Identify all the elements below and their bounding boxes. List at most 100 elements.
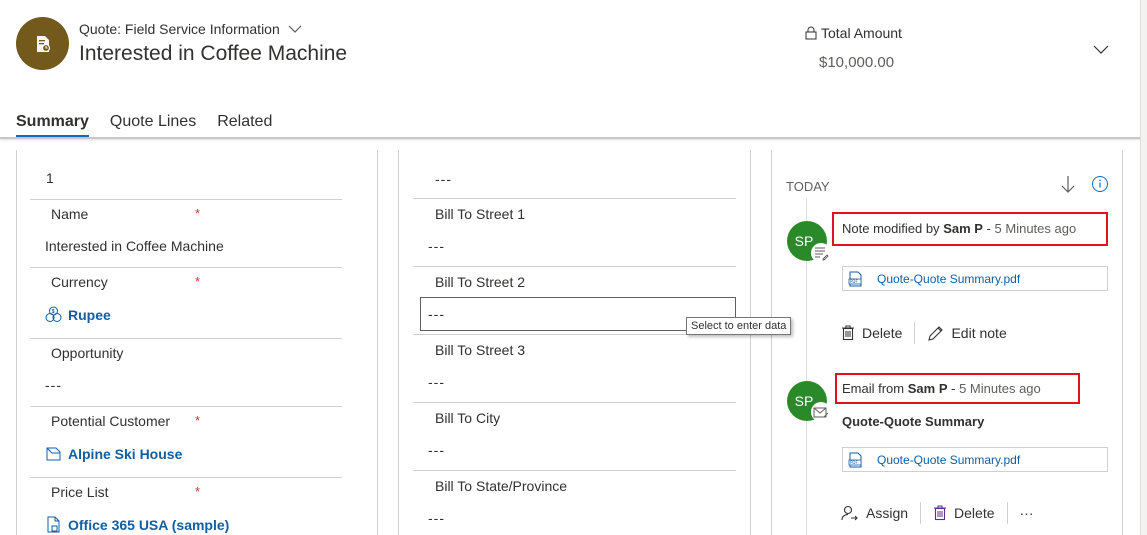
field-divider — [30, 477, 342, 478]
separator: - — [951, 381, 956, 396]
record-title: Interested in Coffee Machine — [79, 42, 348, 65]
total-amount-text: Total Amount — [821, 25, 902, 41]
attachment-name[interactable]: Quote-Quote Summary.pdf — [877, 453, 1020, 467]
timeline-actions: Delete Edit note — [841, 322, 1007, 344]
record-header: Quote: Field Service Information Interes… — [0, 0, 1147, 139]
price-list-icon — [47, 516, 60, 533]
required-indicator: * — [195, 274, 201, 289]
activity-prefix: Note modified by — [842, 221, 940, 236]
tab-related[interactable]: Related — [217, 113, 272, 137]
form-selector[interactable]: Quote: Field Service Information — [79, 21, 302, 37]
activity-author[interactable]: Sam P — [943, 221, 983, 236]
timeline-item-header: Note modified by Sam P - 5 Minutes ago — [842, 221, 1076, 236]
email-icon — [813, 407, 829, 418]
action-divider — [914, 322, 916, 344]
field-label: Name — [51, 206, 89, 222]
action-divider — [1006, 502, 1008, 524]
tab-bar: Summary Quote Lines Related — [16, 113, 272, 138]
tab-summary[interactable]: Summary — [16, 113, 89, 138]
field-divider — [413, 266, 736, 267]
tab-quote-lines[interactable]: Quote Lines — [110, 113, 196, 137]
header-divider — [0, 137, 1140, 139]
top-field-value[interactable]: 1 — [46, 170, 54, 186]
section-border — [398, 150, 399, 535]
field-divider — [30, 267, 342, 268]
attachment-name[interactable]: Quote-Quote Summary.pdf — [877, 272, 1020, 286]
assign-button[interactable]: Assign — [841, 505, 908, 521]
field-divider — [30, 199, 342, 200]
field-label: Currency — [51, 274, 108, 290]
email-subject[interactable]: Quote-Quote Summary — [842, 414, 984, 429]
field-label: Bill To Street 1 — [435, 206, 526, 222]
currency-icon: $ — [45, 306, 62, 322]
section-border — [771, 150, 772, 535]
field-label: Potential Customer — [51, 413, 171, 429]
field-divider — [413, 402, 736, 403]
attachment-link[interactable]: PDF Quote-Quote Summary.pdf — [842, 266, 1108, 291]
sort-arrow-down-icon[interactable] — [1060, 174, 1076, 194]
timeline-actions: Assign Delete ··· — [841, 502, 1034, 524]
name-value[interactable]: Interested in Coffee Machine — [45, 238, 224, 254]
bill-to-street-2-value[interactable]: --- — [428, 306, 445, 322]
expand-header-chevron-icon[interactable] — [1093, 42, 1109, 56]
activity-time: 5 Minutes ago — [994, 221, 1077, 236]
account-icon — [46, 447, 61, 461]
attachment-link[interactable]: PDF Quote-Quote Summary.pdf — [842, 447, 1108, 472]
field-divider — [30, 338, 342, 339]
assign-label: Assign — [866, 505, 909, 521]
field-divider — [30, 406, 342, 407]
price-list-value[interactable]: Office 365 USA (sample) — [68, 517, 229, 533]
currency-value[interactable]: Rupee — [68, 307, 111, 323]
bill-to-state-value[interactable]: --- — [428, 510, 445, 526]
activity-author[interactable]: Sam P — [908, 381, 948, 396]
field-label: Bill To State/Province — [435, 478, 568, 494]
edit-note-button[interactable]: Edit note — [927, 325, 1007, 342]
delete-button[interactable]: Delete — [933, 505, 995, 521]
delete-button[interactable]: Delete — [841, 325, 902, 341]
required-indicator: * — [195, 206, 201, 221]
action-divider — [920, 502, 922, 524]
field-label: Price List — [51, 484, 109, 500]
entity-type-label: Quote: Field Service Information — [79, 21, 280, 37]
info-icon[interactable] — [1091, 175, 1109, 193]
note-icon — [815, 247, 829, 261]
chevron-down-icon[interactable] — [288, 25, 302, 34]
section-border — [377, 150, 378, 535]
field-label: Bill To Street 3 — [435, 342, 526, 358]
assign-person-icon — [841, 505, 858, 521]
bill-to-street-3-value[interactable]: --- — [428, 374, 445, 390]
field-divider — [413, 198, 736, 199]
required-indicator: * — [195, 413, 201, 428]
page-scrollbar[interactable] — [1140, 0, 1147, 535]
currency-lookup[interactable]: $ Rupee — [45, 306, 111, 323]
field-label: Bill To City — [435, 410, 501, 426]
activity-prefix: Email from — [842, 381, 905, 396]
svg-text:$: $ — [52, 309, 55, 315]
required-indicator: * — [195, 484, 201, 499]
potential-customer-value[interactable]: Alpine Ski House — [68, 446, 182, 462]
activity-time: 5 Minutes ago — [959, 381, 1041, 396]
trash-icon — [842, 325, 854, 341]
price-list-lookup[interactable]: Office 365 USA (sample) — [45, 516, 229, 533]
total-amount-label: Total Amount — [805, 25, 902, 41]
section-border — [16, 150, 17, 535]
tooltip: Select to enter data — [686, 317, 792, 335]
pencil-icon — [928, 325, 944, 341]
separator: - — [986, 221, 991, 236]
more-icon: ··· — [1019, 505, 1034, 521]
more-actions-button[interactable]: ··· — [1020, 505, 1034, 521]
email-badge — [811, 402, 831, 422]
opportunity-value[interactable]: --- — [45, 377, 62, 393]
timeline-group-label: TODAY — [786, 179, 830, 194]
top-field-value[interactable]: --- — [435, 171, 452, 187]
entity-avatar — [16, 17, 69, 70]
bill-to-city-value[interactable]: --- — [428, 442, 445, 458]
pdf-file-icon: PDF — [848, 452, 862, 467]
potential-customer-lookup[interactable]: Alpine Ski House — [45, 445, 182, 462]
note-badge — [811, 243, 831, 263]
section-border — [1122, 150, 1123, 535]
field-label: Opportunity — [51, 345, 124, 361]
lock-icon — [805, 26, 817, 40]
bill-to-street-1-value[interactable]: --- — [428, 238, 445, 254]
section-border — [750, 150, 751, 535]
